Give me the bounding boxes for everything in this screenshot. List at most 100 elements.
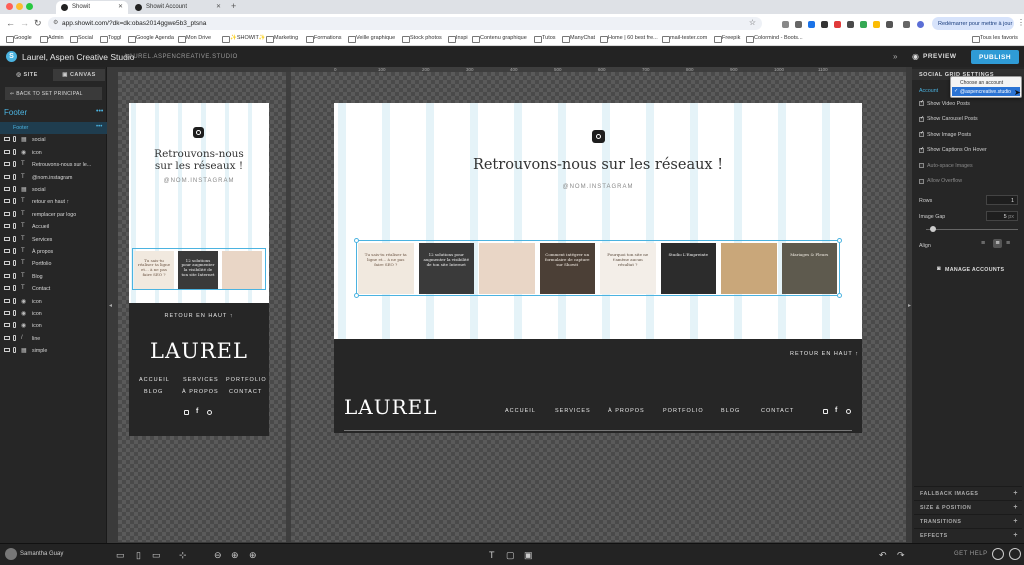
layer-item[interactable]: Tretour en haut ↑ xyxy=(0,196,107,208)
desktop-visibility-icon[interactable] xyxy=(4,224,10,229)
social-grid-mobile[interactable]: Tu sais-tu réaliser ta ligne et... à ne … xyxy=(132,248,266,290)
redo-icon[interactable]: ↷ xyxy=(897,550,905,561)
section-size-position[interactable]: SIZE & POSITION + xyxy=(914,500,1022,513)
bookmark-item[interactable]: Colormind - Boots... xyxy=(746,35,803,43)
desktop-view-icon[interactable]: ▭ xyxy=(152,550,161,561)
mobile-visibility-icon[interactable] xyxy=(13,235,16,242)
instagram-post[interactable] xyxy=(222,251,262,289)
bookmark-item[interactable]: Inspi xyxy=(448,35,468,43)
desktop-visibility-icon[interactable] xyxy=(4,174,10,179)
align-left-icon[interactable]: ≡ xyxy=(981,240,985,247)
desktop-visibility-icon[interactable] xyxy=(4,236,10,241)
desktop-visibility-icon[interactable] xyxy=(4,335,10,340)
mobile-visibility-icon[interactable] xyxy=(13,347,16,354)
maximize-window-icon[interactable] xyxy=(26,3,33,10)
manage-accounts-button[interactable]: MANAGE ACCOUNTS xyxy=(945,267,1004,273)
account-dropdown[interactable]: Choose an account ✓ @aspencreative.studi… xyxy=(950,76,1022,98)
collapse-icon[interactable]: » xyxy=(893,52,897,61)
pinterest-icon[interactable] xyxy=(207,410,212,415)
instagram-icon[interactable] xyxy=(184,410,189,415)
layer-item[interactable]: ◉ icon xyxy=(0,147,107,159)
instagram-post[interactable]: Studio L'Empreinte xyxy=(660,243,716,294)
close-window-icon[interactable] xyxy=(6,3,13,10)
bookmark-star-icon[interactable]: ☆ xyxy=(749,18,756,27)
nav-accueil[interactable]: ACCUEIL xyxy=(139,377,170,383)
desktop-visibility-icon[interactable] xyxy=(4,298,10,303)
bookmark-item[interactable]: Google xyxy=(6,35,32,43)
extension-icon[interactable] xyxy=(873,21,880,28)
tab-search-icon[interactable] xyxy=(903,21,910,28)
bookmark-item[interactable]: ✨SHOWIT✨ xyxy=(222,35,266,43)
bookmark-item[interactable]: Tutos xyxy=(534,35,556,43)
zoom-fit-icon[interactable]: ⊕ xyxy=(249,550,257,561)
chat-icon[interactable] xyxy=(1009,548,1021,560)
mobile-visibility-icon[interactable] xyxy=(13,198,16,205)
grid-toggle-icon[interactable]: ⊹ xyxy=(179,550,187,561)
instagram-icon[interactable] xyxy=(193,127,204,138)
user-avatar[interactable] xyxy=(5,548,17,560)
mobile-visibility-icon[interactable] xyxy=(13,285,16,292)
bookmark-item[interactable]: Toggl xyxy=(100,35,121,43)
extension-icon[interactable] xyxy=(847,21,854,28)
more-options-icon[interactable]: ••• xyxy=(96,124,102,130)
image-gap-input[interactable]: 5 px xyxy=(986,211,1018,221)
mobile-visibility-icon[interactable] xyxy=(13,161,16,168)
nav-portfolio[interactable]: PORTFOLIO xyxy=(663,408,704,414)
desktop-visibility-icon[interactable] xyxy=(4,162,10,167)
extension-icon[interactable] xyxy=(860,21,867,28)
reload-icon[interactable]: ↻ xyxy=(34,18,42,29)
browser-tab-showit-account[interactable]: Showit Account ✕ xyxy=(130,1,226,14)
mobile-visibility-icon[interactable] xyxy=(13,322,16,329)
help-icon[interactable] xyxy=(992,548,1004,560)
instagram-handle[interactable]: @NOM.INSTAGRAM xyxy=(129,178,269,184)
bookmark-item[interactable]: Admin xyxy=(40,35,64,43)
layer-item[interactable]: T Portfolio xyxy=(0,258,107,270)
bookmark-item[interactable]: Contenu graphique xyxy=(472,35,527,43)
mobile-visibility-icon[interactable] xyxy=(13,334,16,341)
layer-item[interactable]: / line xyxy=(0,333,107,345)
instagram-post[interactable]: 12 solutions pour augmenter la visibilit… xyxy=(418,243,474,294)
close-tab-icon[interactable]: ✕ xyxy=(216,3,221,10)
instagram-icon[interactable] xyxy=(592,130,605,143)
new-tab-button[interactable]: + xyxy=(231,1,236,11)
bookmark-item[interactable]: Formations xyxy=(306,35,342,43)
mobile-visibility-icon[interactable] xyxy=(13,248,16,254)
desktop-visibility-icon[interactable] xyxy=(4,348,10,353)
extension-icon[interactable] xyxy=(795,21,802,28)
add-text-icon[interactable]: T xyxy=(489,550,495,560)
bookmark-item[interactable]: Google Agenda xyxy=(128,35,174,43)
extension-icon[interactable] xyxy=(808,21,815,28)
desktop-preview[interactable]: Retrouvons-nous sur les réseaux ! @NOM.I… xyxy=(334,103,862,433)
bookmark-item[interactable]: Veille graphique xyxy=(348,35,395,43)
tab-canvas[interactable]: ▣ CANVAS xyxy=(53,69,105,81)
more-options-icon[interactable]: ••• xyxy=(96,108,103,115)
mobile-visibility-icon[interactable] xyxy=(13,223,16,230)
footer-heading[interactable]: Retrouvons-nous sur les réseaux ! xyxy=(129,148,269,172)
get-help-link[interactable]: GET HELP xyxy=(954,551,988,557)
instagram-post[interactable]: Pourquoi ton site ne t'amène aucun résul… xyxy=(600,243,656,294)
layer-item[interactable]: ◉ icon xyxy=(0,296,107,308)
gap-slider-thumb[interactable] xyxy=(930,226,936,232)
nav-a-propos[interactable]: À PROPOS xyxy=(182,389,219,395)
mobile-visibility-icon[interactable] xyxy=(13,186,16,192)
instagram-post[interactable] xyxy=(479,243,535,294)
desktop-visibility-icon[interactable] xyxy=(4,323,10,328)
close-tab-icon[interactable]: ✕ xyxy=(118,3,123,10)
bookmark-item[interactable]: Stock photos xyxy=(402,35,442,43)
desktop-visibility-icon[interactable] xyxy=(4,311,10,315)
facebook-icon[interactable]: f xyxy=(196,408,198,415)
checkbox[interactable] xyxy=(919,178,924,184)
layer-item[interactable]: Footer ••• xyxy=(0,122,107,135)
layer-item[interactable]: T Blog xyxy=(0,271,107,283)
nav-accueil[interactable]: ACCUEIL xyxy=(505,408,536,414)
all-bookmarks-folder[interactable]: Tous les favoris xyxy=(972,35,1018,43)
publish-button[interactable]: PUBLISH xyxy=(971,50,1019,64)
laurel-logo[interactable]: LAUREL xyxy=(344,395,438,419)
layer-item[interactable]: ◉ icon xyxy=(0,320,107,332)
section-fallback-images[interactable]: FALLBACK IMAGES + xyxy=(914,486,1022,499)
back-to-top-link[interactable]: RETOUR EN HAUT ↑ xyxy=(129,313,269,319)
panel-collapse-left-icon[interactable]: ◂ xyxy=(109,302,112,309)
mobile-visibility-icon[interactable] xyxy=(13,210,16,217)
instagram-post[interactable]: Mariages & Fleurs xyxy=(781,243,837,294)
layer-item[interactable]: T Retrouvons-nous sur le... xyxy=(0,159,107,171)
